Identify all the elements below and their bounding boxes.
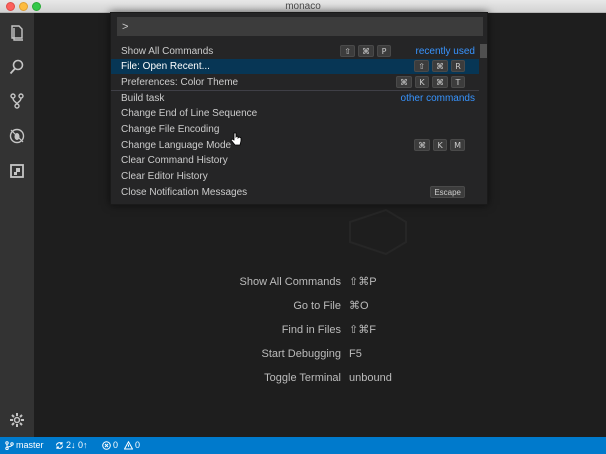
command-item[interactable]: Clear Command History	[111, 153, 479, 168]
shortcut-label: Toggle Terminal	[264, 372, 341, 384]
shortcut-key: unbound	[349, 372, 392, 384]
keybinding: Escape	[430, 186, 465, 198]
status-bar: master 2↓ 0↑ 0 0	[0, 437, 606, 454]
activity-bar	[0, 13, 34, 437]
command-label: File: Open Recent...	[121, 61, 210, 72]
warning-count: 0	[135, 440, 141, 450]
debug-icon[interactable]	[7, 126, 27, 146]
branch-name: master	[16, 440, 44, 450]
command-item[interactable]: Change Language Mode ⌘ K M	[111, 138, 479, 153]
key-cap: ⇧	[340, 45, 355, 57]
extensions-icon[interactable]	[7, 161, 27, 181]
key-cap: ⇧	[414, 60, 429, 72]
shortcut-label: Go to File	[293, 300, 341, 312]
command-group-hint: other commands	[400, 93, 475, 104]
sync-icon	[56, 442, 63, 449]
sync-status: 2↓ 0↑	[66, 440, 88, 450]
key-cap: ⌘	[432, 76, 448, 88]
vscode-watermark-icon	[349, 208, 407, 256]
command-label: Preferences: Color Theme	[121, 77, 239, 88]
command-item[interactable]: Show All Commands ⇧ ⌘ Precently used	[111, 44, 479, 59]
command-group-hint: recently used	[415, 46, 475, 57]
search-icon[interactable]	[7, 57, 27, 77]
git-branch-icon	[5, 441, 14, 450]
sync-indicator[interactable]: 2↓ 0↑	[55, 437, 88, 454]
command-palette: Show All Commands⇧⌘Precently usedFile: O…	[110, 12, 488, 205]
source-control-icon[interactable]	[7, 91, 27, 111]
keybinding: ⌘ K ⌘ T	[396, 76, 465, 88]
command-label: Change File Encoding	[121, 124, 220, 135]
command-label: Clear Command History	[121, 155, 228, 166]
command-label: Change End of Line Sequence	[121, 108, 258, 119]
shortcut-key: ⌘O	[349, 300, 369, 312]
error-count: 0	[113, 440, 119, 450]
command-item[interactable]: Preferences: Color Theme ⌘ K ⌘ T	[111, 75, 479, 90]
error-icon	[102, 441, 111, 450]
warning-icon	[124, 441, 134, 450]
command-label: Change Language Mode	[121, 140, 232, 151]
keybinding: ⌘ K M	[414, 139, 465, 151]
shortcut-key: ⇧⌘P	[349, 276, 377, 288]
explorer-icon[interactable]	[7, 23, 27, 43]
key-cap: M	[450, 139, 465, 151]
shortcut-key: ⇧⌘F	[349, 324, 376, 336]
command-label: Close Notification Messages	[121, 187, 248, 198]
shortcut-label: Show All Commands	[239, 276, 342, 288]
app-window: monaco Show All Commands ⇧⌘P Go to File …	[0, 0, 606, 454]
settings-gear-icon[interactable]	[7, 410, 27, 430]
command-palette-input[interactable]	[117, 17, 483, 36]
key-cap: Escape	[430, 186, 465, 198]
key-cap: ⌘	[358, 45, 374, 57]
command-label: Build task	[121, 93, 165, 104]
key-cap: ⌘	[396, 76, 412, 88]
hand-cursor-icon	[230, 132, 242, 146]
command-list-scrollbar[interactable]	[480, 44, 487, 58]
key-cap: K	[433, 139, 448, 151]
shortcut-key: F5	[349, 348, 362, 360]
key-cap: ⌘	[432, 60, 448, 72]
problems-indicator[interactable]: 0 0	[102, 437, 140, 454]
shortcut-label: Find in Files	[281, 324, 341, 336]
shortcut-label: Start Debugging	[261, 348, 342, 360]
command-item[interactable]: Build task other commands	[111, 91, 479, 106]
keybinding: ⇧ ⌘ R	[414, 60, 465, 72]
command-item[interactable]: File: Open Recent... ⇧ ⌘ R	[111, 59, 479, 74]
key-cap: K	[415, 76, 429, 88]
command-label: Show All Commands	[121, 46, 214, 57]
command-item[interactable]: Close Notification Messages Escape	[111, 185, 479, 200]
keybinding: ⇧ ⌘ P	[340, 45, 391, 57]
command-item[interactable]: Change File Encoding	[111, 122, 479, 137]
branch-indicator[interactable]: master	[5, 437, 44, 454]
command-label: Clear Editor History	[121, 171, 208, 182]
command-item[interactable]: Clear Editor History	[111, 169, 479, 184]
key-cap: P	[377, 45, 391, 57]
key-cap: R	[451, 60, 465, 72]
key-cap: ⌘	[414, 139, 431, 151]
command-item[interactable]: Change End of Line Sequence	[111, 106, 479, 121]
key-cap: T	[451, 76, 465, 88]
